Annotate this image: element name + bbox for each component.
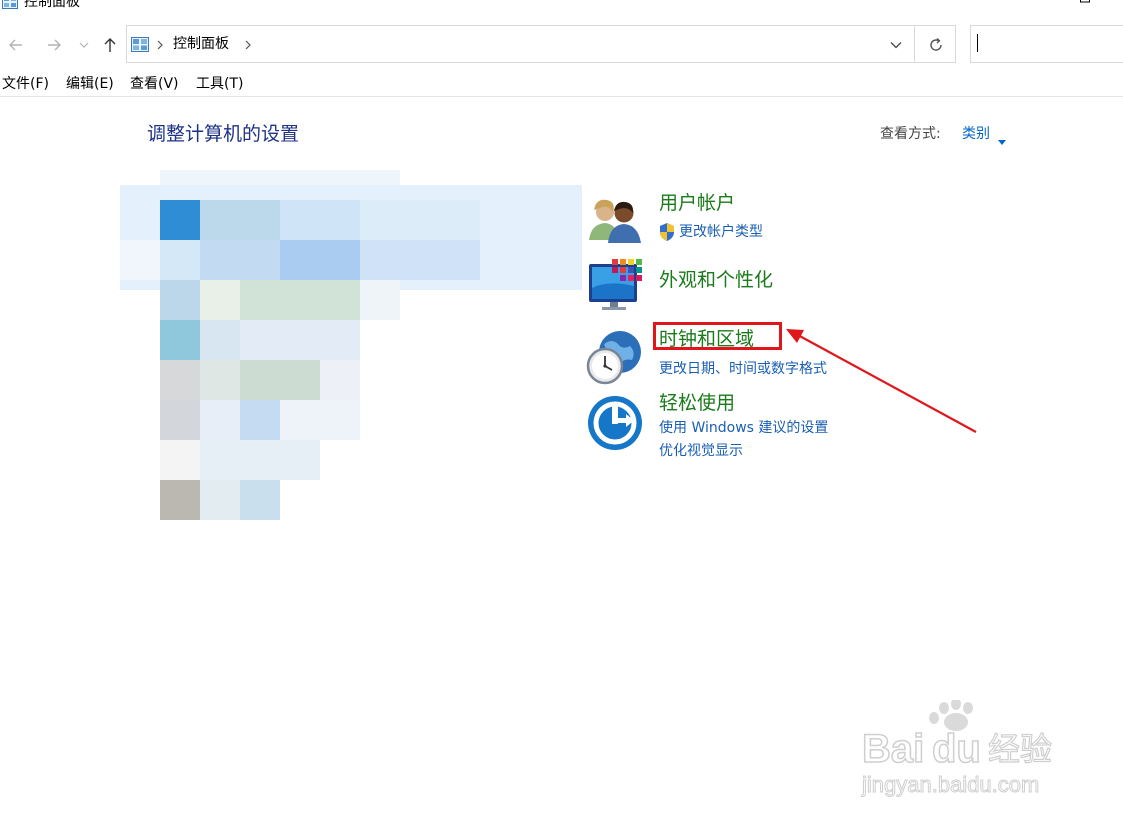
menu-edit[interactable]: 编辑(E) — [66, 75, 114, 93]
ease-of-access-icon[interactable] — [586, 394, 644, 452]
forward-button[interactable] — [42, 30, 66, 60]
link-change-account-type[interactable]: 更改帐户类型 — [679, 223, 763, 241]
view-by-label: 查看方式: — [880, 126, 941, 142]
window-title: 控制面板 — [24, 0, 80, 10]
category-ease-of-access[interactable]: 轻松使用 — [659, 391, 735, 415]
blurred-region — [120, 170, 582, 522]
divider — [0, 96, 1123, 97]
watermark-url: jingyan.baidu.com — [861, 772, 1039, 797]
recent-locations-button[interactable] — [76, 30, 92, 60]
svg-text:du: du — [932, 727, 981, 771]
divider — [914, 26, 915, 62]
caret-down-icon[interactable] — [998, 131, 1006, 145]
view-by-dropdown[interactable]: 类别 — [962, 125, 990, 143]
link-optimize-visual-display[interactable]: 优化视觉显示 — [659, 442, 743, 460]
back-arrow-icon — [9, 39, 22, 51]
watermark-brand: Bai — [862, 727, 924, 771]
monitor-personalization-icon[interactable] — [586, 256, 644, 314]
minimize-button[interactable] — [1004, 0, 1048, 12]
users-icon[interactable] — [586, 192, 644, 250]
chevron-right-icon[interactable] — [243, 37, 253, 53]
control-panel-icon — [131, 37, 149, 52]
highlight-box — [653, 322, 782, 350]
menu-file[interactable]: 文件(F) — [2, 75, 49, 93]
page-title: 调整计算机的设置 — [147, 123, 300, 145]
address-bar[interactable]: 控制面板 — [126, 25, 956, 63]
chevron-down-icon — [79, 42, 89, 48]
menu-tools[interactable]: 工具(T) — [196, 75, 243, 93]
breadcrumb-control-panel[interactable]: 控制面板 — [173, 35, 229, 53]
shield-icon — [658, 222, 676, 242]
annotation-arrow — [770, 320, 990, 440]
maximize-button[interactable] — [1063, 0, 1107, 12]
text-cursor — [977, 34, 978, 52]
baidu-jingyan-watermark: Bai du 经验 jingyan.baidu.com — [858, 698, 1068, 804]
svg-text:经验: 经验 — [988, 730, 1052, 768]
up-arrow-icon — [104, 38, 116, 52]
category-appearance-personalization[interactable]: 外观和个性化 — [659, 268, 773, 292]
title-bar: 控制面板 — [0, 0, 1123, 14]
menu-bar: 文件(F) 编辑(E) 查看(V) 工具(T) — [0, 72, 1123, 96]
menu-view[interactable]: 查看(V) — [130, 75, 179, 93]
address-history-button[interactable] — [883, 34, 909, 56]
chevron-down-icon — [890, 42, 902, 49]
refresh-icon — [930, 37, 942, 51]
minimize-icon — [1020, 0, 1032, 8]
forward-arrow-icon — [48, 39, 61, 51]
category-user-accounts[interactable]: 用户帐户 — [659, 191, 735, 215]
back-button[interactable] — [4, 30, 28, 60]
clock-globe-icon[interactable] — [584, 328, 642, 386]
control-panel-icon — [2, 0, 18, 9]
search-input[interactable] — [970, 25, 1123, 63]
chevron-right-icon — [155, 37, 165, 53]
maximize-icon — [1080, 0, 1090, 3]
up-button[interactable] — [98, 30, 122, 60]
refresh-button[interactable] — [921, 32, 951, 58]
